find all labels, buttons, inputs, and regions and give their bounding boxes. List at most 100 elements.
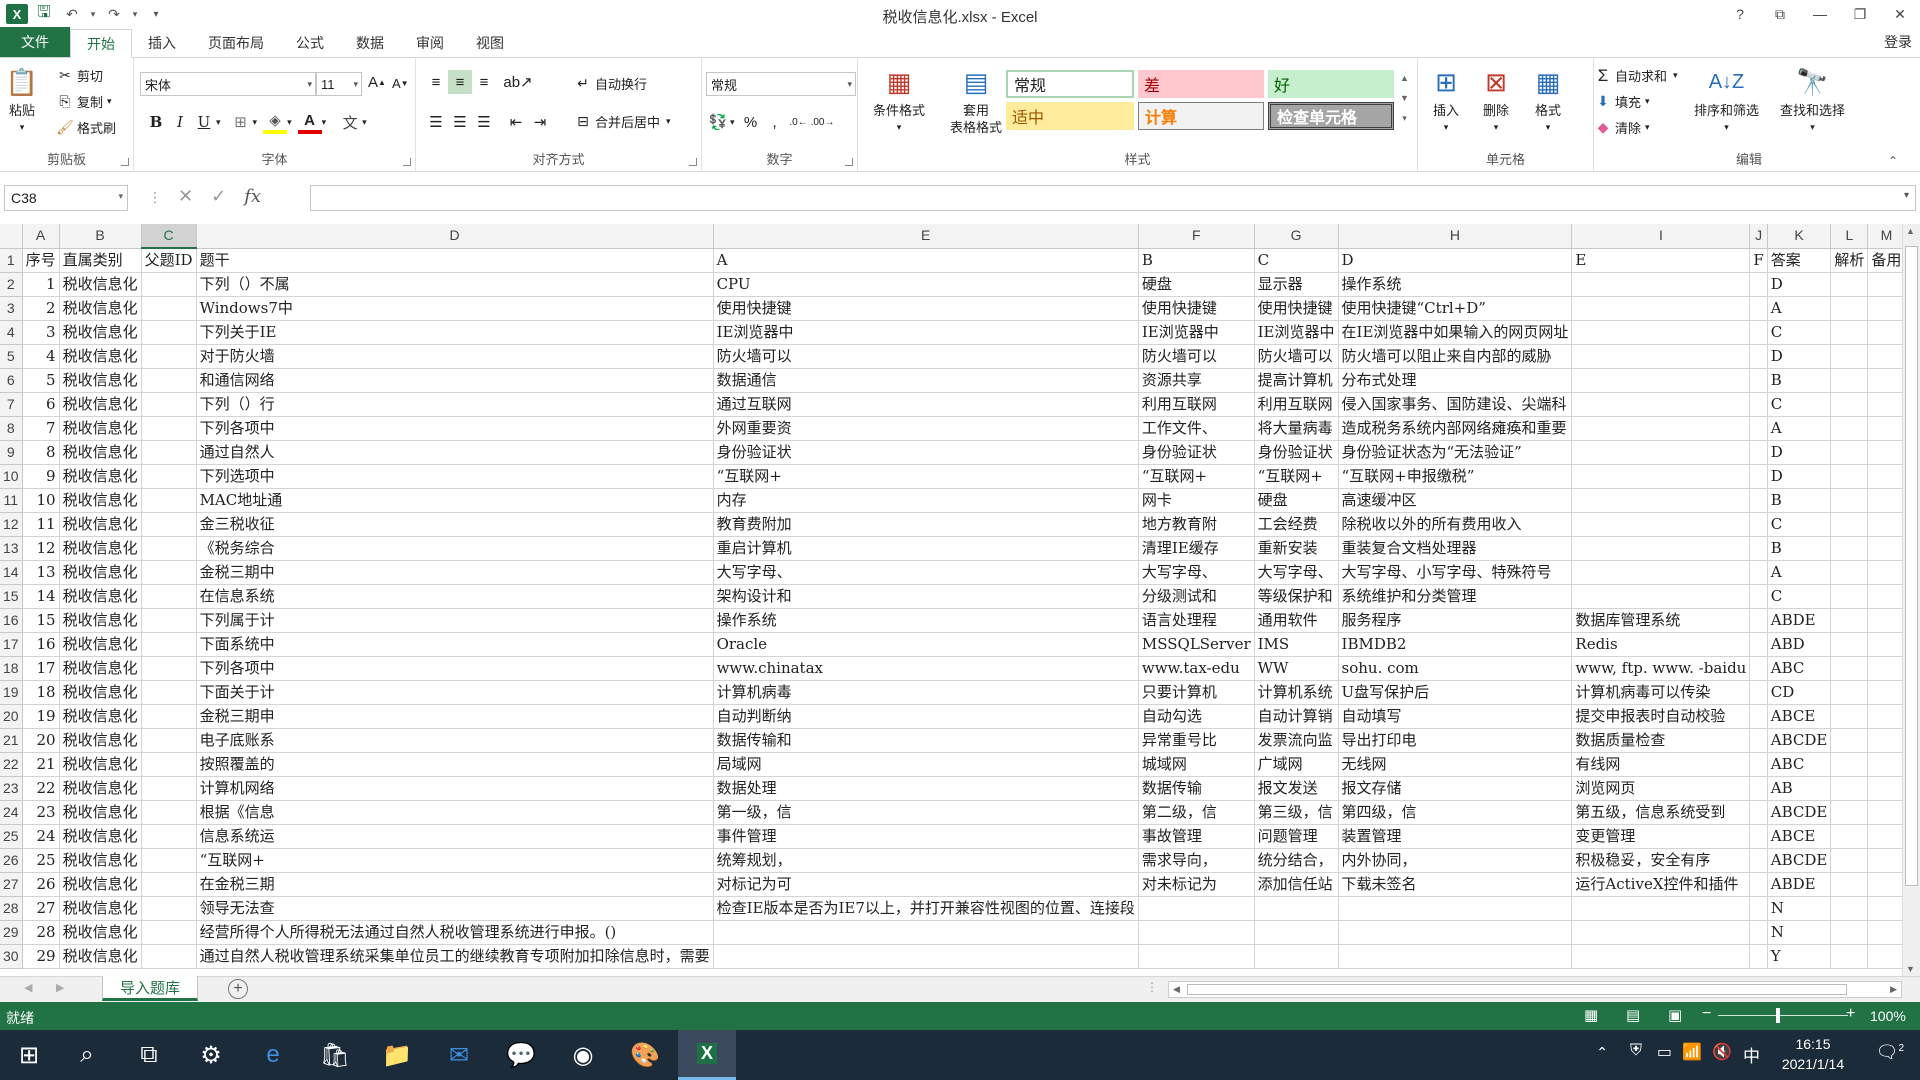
cell-e7[interactable]: 通过互联网 — [713, 392, 1139, 417]
cell-a6[interactable]: 5 — [22, 368, 60, 393]
row-header[interactable]: 7 — [0, 392, 23, 417]
cell-a15[interactable]: 14 — [22, 584, 60, 609]
cell-e16[interactable]: 操作系统 — [713, 608, 1139, 633]
cell-f15[interactable]: 分级测试和 — [1138, 584, 1255, 609]
cell-g6[interactable]: 提高计算机 — [1254, 368, 1339, 393]
cell-e20[interactable]: 自动判断纳 — [713, 704, 1139, 729]
styles-scroll[interactable]: ▲ ▼ ▾ — [1400, 68, 1409, 128]
cell-k5[interactable]: D — [1767, 344, 1832, 369]
cell-a7[interactable]: 6 — [22, 392, 60, 417]
cell-k2[interactable]: D — [1767, 272, 1832, 297]
cell-j19[interactable] — [1749, 680, 1768, 705]
cell-i17[interactable]: Redis — [1571, 632, 1751, 657]
cell-i28[interactable] — [1571, 896, 1751, 921]
row-header[interactable]: 17 — [0, 632, 23, 657]
wechat-icon[interactable]: 💬 — [492, 1030, 550, 1080]
collapse-ribbon-icon[interactable]: ⌃ — [1888, 154, 1898, 168]
delete-cells-button[interactable]: ⊠ 删除 ▾ — [1480, 66, 1512, 136]
insert-function-icon[interactable]: fx — [244, 186, 261, 207]
cell-e18[interactable]: www.chinatax — [713, 656, 1139, 681]
cell-l25[interactable] — [1830, 824, 1869, 849]
cell-j15[interactable] — [1749, 584, 1768, 609]
cell-k25[interactable]: ABCE — [1767, 824, 1832, 849]
tab-review[interactable]: 审阅 — [400, 29, 460, 57]
enter-icon[interactable]: ✓ — [211, 186, 226, 207]
cell-h28[interactable] — [1338, 896, 1573, 921]
cell-e19[interactable]: 计算机病毒 — [713, 680, 1139, 705]
redo-dropdown-icon[interactable]: ▾ — [130, 3, 140, 25]
cell-c28[interactable] — [141, 896, 197, 921]
cell-h6[interactable]: 分布式处理 — [1338, 368, 1573, 393]
cell-d1[interactable]: 题干 — [196, 248, 714, 273]
cell-b26[interactable]: 税收信息化 — [59, 848, 142, 873]
mail-icon[interactable]: ✉ — [430, 1030, 488, 1080]
cell-a23[interactable]: 22 — [22, 776, 60, 801]
cell-i23[interactable]: 浏览网页 — [1571, 776, 1751, 801]
cell-h26[interactable]: 内外协同， — [1338, 848, 1573, 873]
cell-m2[interactable] — [1867, 272, 1902, 297]
cell-a19[interactable]: 18 — [22, 680, 60, 705]
cell-h13[interactable]: 重装复合文档处理器 — [1338, 536, 1573, 561]
cell-d12[interactable]: 金三税收征 — [196, 512, 714, 537]
cell-c3[interactable] — [141, 296, 197, 321]
column-header-e[interactable]: E — [713, 224, 1139, 249]
cell-e1[interactable]: A — [713, 248, 1139, 273]
row-header[interactable]: 27 — [0, 872, 23, 897]
row-header[interactable]: 29 — [0, 920, 23, 945]
cell-l18[interactable] — [1830, 656, 1869, 681]
cell-h8[interactable]: 造成税务系统内部网络瘫痪和重要 — [1338, 416, 1573, 441]
column-header-h[interactable]: H — [1338, 224, 1573, 249]
cell-h11[interactable]: 高速缓冲区 — [1338, 488, 1573, 513]
cell-j12[interactable] — [1749, 512, 1768, 537]
cell-g3[interactable]: 使用快捷键 — [1254, 296, 1339, 321]
cell-c11[interactable] — [141, 488, 197, 513]
cell-a12[interactable]: 11 — [22, 512, 60, 537]
cell-k15[interactable]: C — [1767, 584, 1832, 609]
align-right-icon[interactable]: ☰ — [472, 110, 496, 134]
cell-e25[interactable]: 事件管理 — [713, 824, 1139, 849]
cell-b6[interactable]: 税收信息化 — [59, 368, 142, 393]
column-header-i[interactable]: I — [1571, 224, 1751, 249]
tab-view[interactable]: 视图 — [460, 29, 520, 57]
clear-button[interactable]: ◆ 清除 ▾ — [1594, 118, 1650, 137]
cell-b14[interactable]: 税收信息化 — [59, 560, 142, 585]
cell-g26[interactable]: 统分结合， — [1254, 848, 1339, 873]
cell-b8[interactable]: 税收信息化 — [59, 416, 142, 441]
row-header[interactable]: 14 — [0, 560, 23, 585]
cell-c12[interactable] — [141, 512, 197, 537]
cell-h30[interactable] — [1338, 944, 1573, 969]
format-cells-button[interactable]: ▦ 格式 ▾ — [1532, 66, 1564, 136]
sheet-prev-icon[interactable]: ◀ — [24, 981, 32, 994]
cell-j27[interactable] — [1749, 872, 1768, 897]
cell-i16[interactable]: 数据库管理系统 — [1571, 608, 1751, 633]
customize-qat-icon[interactable]: ▾ — [144, 3, 168, 25]
cell-a5[interactable]: 4 — [22, 344, 60, 369]
cancel-icon[interactable]: ✕ — [178, 186, 193, 207]
cell-d29[interactable]: 经营所得个人所得税无法通过自然人税收管理系统进行申报。() — [196, 920, 714, 945]
scroll-left-icon[interactable]: ◀ — [1173, 984, 1180, 995]
cell-f6[interactable]: 资源共享 — [1138, 368, 1255, 393]
cell-k23[interactable]: AB — [1767, 776, 1832, 801]
cell-c17[interactable] — [141, 632, 197, 657]
align-bottom-icon[interactable]: ≡ — [472, 70, 496, 94]
format-as-table-button[interactable]: ▤ 套用 表格格式 — [936, 66, 1016, 136]
cell-j22[interactable] — [1749, 752, 1768, 777]
column-header-b[interactable]: B — [59, 224, 142, 249]
cell-c1[interactable]: 父题ID — [141, 248, 197, 273]
cell-m6[interactable] — [1867, 368, 1902, 393]
paint-icon[interactable]: 🎨 — [616, 1030, 674, 1080]
cell-c21[interactable] — [141, 728, 197, 753]
cell-i6[interactable] — [1571, 368, 1751, 393]
cell-c20[interactable] — [141, 704, 197, 729]
row-header[interactable]: 21 — [0, 728, 23, 753]
search-icon[interactable]: ⌕ — [58, 1030, 116, 1080]
bold-button[interactable]: B — [144, 110, 168, 134]
cell-l9[interactable] — [1830, 440, 1869, 465]
cell-b21[interactable]: 税收信息化 — [59, 728, 142, 753]
cell-g27[interactable]: 添加信任站 — [1254, 872, 1339, 897]
redo-icon[interactable]: ↷ — [102, 3, 126, 25]
cell-l29[interactable] — [1830, 920, 1869, 945]
cell-e10[interactable]: “互联网+ — [713, 464, 1139, 489]
zoom-out-icon[interactable]: − — [1702, 1005, 1711, 1023]
cell-f12[interactable]: 地方教育附 — [1138, 512, 1255, 537]
